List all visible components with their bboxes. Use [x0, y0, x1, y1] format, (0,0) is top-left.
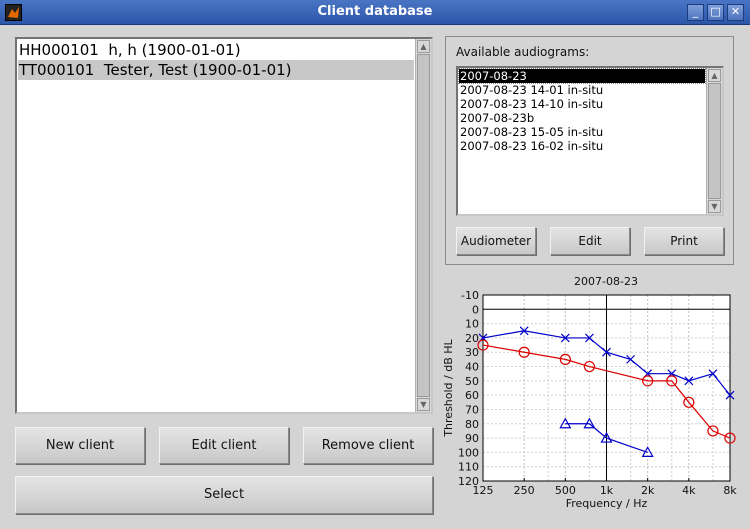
minimize-button[interactable]: _ — [687, 4, 704, 21]
scroll-thumb[interactable] — [708, 83, 721, 199]
audiogram-chart: -100102030405060708090100110120125 250 500… — [442, 289, 737, 510]
audiogram-item[interactable]: 2007-08-23 16-02 in-situ — [459, 139, 705, 153]
audiogram-list-scrollbar[interactable]: ▲ ▼ — [706, 68, 722, 214]
y-tick-label: 30 — [465, 346, 479, 359]
audiogram-item[interactable]: 2007-08-23b — [459, 111, 705, 125]
x-tick-label: 125 — [473, 484, 494, 497]
y-tick-label: 10 — [465, 318, 479, 331]
scroll-up-icon[interactable]: ▲ — [417, 40, 430, 53]
x-tick-label: 250 — [514, 484, 535, 497]
maximize-button[interactable]: □ — [707, 4, 724, 21]
edit-audiogram-button[interactable]: Edit — [550, 227, 630, 255]
y-tick-label: 60 — [465, 389, 479, 402]
x-tick-label: 8k — [723, 484, 737, 497]
remove-client-button[interactable]: Remove client — [303, 427, 433, 464]
client-list-item[interactable]: HH000101 h, h (1900-01-01) — [18, 40, 414, 60]
y-tick-label: 90 — [465, 432, 479, 445]
scroll-up-icon[interactable]: ▲ — [708, 69, 721, 82]
client-list-scrollbar[interactable]: ▲ ▼ — [415, 39, 431, 412]
y-axis-label: Threshold / dB HL — [442, 338, 455, 437]
client-list[interactable]: HH000101 h, h (1900-01-01) TT000101 Test… — [15, 37, 433, 414]
audiometer-button[interactable]: Audiometer — [456, 227, 536, 255]
y-tick-label: 100 — [458, 446, 479, 459]
client-list-item-selected[interactable]: TT000101 Tester, Test (1900-01-01) — [18, 60, 414, 80]
y-tick-label: 70 — [465, 403, 479, 416]
y-tick-label: 20 — [465, 332, 479, 345]
close-button[interactable]: ✕ — [727, 4, 744, 21]
y-tick-label: 80 — [465, 418, 479, 431]
x-tick-label: 2k — [641, 484, 655, 497]
chart-title: 2007-08-23 — [574, 275, 638, 288]
audiograms-label: Available audiograms: — [456, 45, 590, 59]
scroll-down-icon[interactable]: ▼ — [417, 398, 430, 411]
edit-client-button[interactable]: Edit client — [159, 427, 289, 464]
scroll-down-icon[interactable]: ▼ — [708, 200, 721, 213]
y-tick-label: 40 — [465, 361, 479, 374]
audiogram-panel: Available audiograms: 2007-08-23 2007-08… — [445, 36, 734, 265]
x-axis-label: Frequency / Hz — [566, 497, 648, 510]
audiogram-item[interactable]: 2007-08-23 14-10 in-situ — [459, 97, 705, 111]
x-tick-label: 4k — [682, 484, 696, 497]
window-title: Client database — [317, 4, 433, 19]
print-button[interactable]: Print — [644, 227, 724, 255]
select-button[interactable]: Select — [15, 476, 433, 514]
x-tick-label: 500 — [555, 484, 576, 497]
x-tick-label: 1k — [600, 484, 614, 497]
y-tick-label: 0 — [472, 303, 479, 316]
y-tick-label: -10 — [461, 289, 479, 302]
y-tick-label: 50 — [465, 375, 479, 388]
audiogram-item[interactable]: 2007-08-23 15-05 in-situ — [459, 125, 705, 139]
scroll-thumb[interactable] — [417, 54, 430, 397]
new-client-button[interactable]: New client — [15, 427, 145, 464]
title-bar: Client database _ □ ✕ — [0, 0, 750, 25]
audiogram-item-selected[interactable]: 2007-08-23 — [458, 68, 706, 84]
audiogram-item[interactable]: 2007-08-23 14-01 in-situ — [459, 83, 705, 97]
audiogram-list[interactable]: 2007-08-23 2007-08-23 14-01 in-situ 2007… — [456, 66, 724, 216]
y-tick-label: 110 — [458, 461, 479, 474]
